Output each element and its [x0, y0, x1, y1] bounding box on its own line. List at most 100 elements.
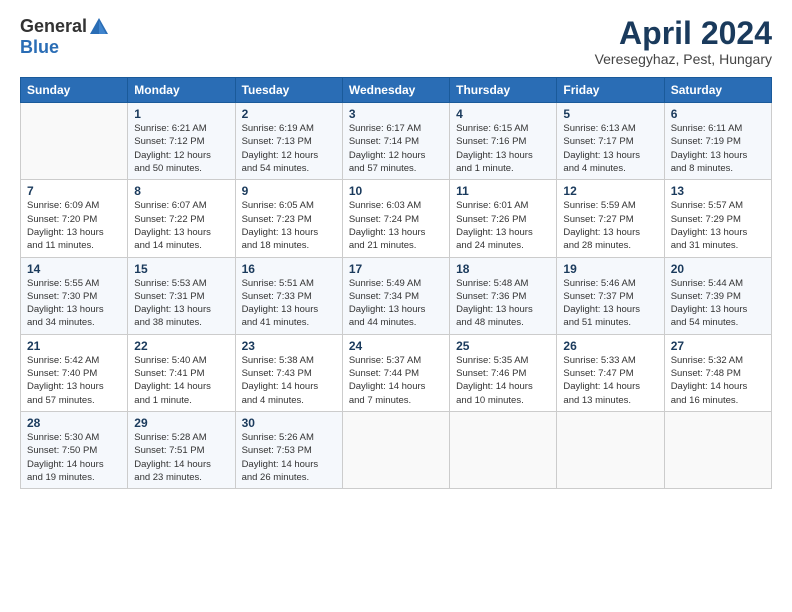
- logo-blue: Blue: [20, 38, 110, 58]
- day-number: 29: [134, 416, 228, 430]
- day-info: Sunrise: 5:59 AM Sunset: 7:27 PM Dayligh…: [563, 199, 657, 252]
- day-info: Sunrise: 5:33 AM Sunset: 7:47 PM Dayligh…: [563, 354, 657, 407]
- day-number: 3: [349, 107, 443, 121]
- calendar-cell: 19Sunrise: 5:46 AM Sunset: 7:37 PM Dayli…: [557, 257, 664, 334]
- logo-text: General: [20, 16, 110, 38]
- calendar-cell: 11Sunrise: 6:01 AM Sunset: 7:26 PM Dayli…: [450, 180, 557, 257]
- day-number: 21: [27, 339, 121, 353]
- calendar-cell: 7Sunrise: 6:09 AM Sunset: 7:20 PM Daylig…: [21, 180, 128, 257]
- day-number: 17: [349, 262, 443, 276]
- day-number: 1: [134, 107, 228, 121]
- day-info: Sunrise: 6:09 AM Sunset: 7:20 PM Dayligh…: [27, 199, 121, 252]
- day-info: Sunrise: 6:11 AM Sunset: 7:19 PM Dayligh…: [671, 122, 765, 175]
- calendar-cell: [342, 411, 449, 488]
- day-info: Sunrise: 6:03 AM Sunset: 7:24 PM Dayligh…: [349, 199, 443, 252]
- day-number: 10: [349, 184, 443, 198]
- page-header: General Blue April 2024 Veresegyhaz, Pes…: [20, 16, 772, 67]
- day-number: 18: [456, 262, 550, 276]
- calendar-cell: 28Sunrise: 5:30 AM Sunset: 7:50 PM Dayli…: [21, 411, 128, 488]
- day-number: 27: [671, 339, 765, 353]
- weekday-header-friday: Friday: [557, 78, 664, 103]
- day-number: 28: [27, 416, 121, 430]
- day-info: Sunrise: 6:21 AM Sunset: 7:12 PM Dayligh…: [134, 122, 228, 175]
- calendar-cell: 26Sunrise: 5:33 AM Sunset: 7:47 PM Dayli…: [557, 334, 664, 411]
- day-info: Sunrise: 5:55 AM Sunset: 7:30 PM Dayligh…: [27, 277, 121, 330]
- calendar-cell: 14Sunrise: 5:55 AM Sunset: 7:30 PM Dayli…: [21, 257, 128, 334]
- day-info: Sunrise: 6:19 AM Sunset: 7:13 PM Dayligh…: [242, 122, 336, 175]
- calendar-table: SundayMondayTuesdayWednesdayThursdayFrid…: [20, 77, 772, 489]
- day-number: 2: [242, 107, 336, 121]
- day-info: Sunrise: 5:53 AM Sunset: 7:31 PM Dayligh…: [134, 277, 228, 330]
- calendar-cell: 5Sunrise: 6:13 AM Sunset: 7:17 PM Daylig…: [557, 103, 664, 180]
- calendar-cell: 27Sunrise: 5:32 AM Sunset: 7:48 PM Dayli…: [664, 334, 771, 411]
- day-info: Sunrise: 5:32 AM Sunset: 7:48 PM Dayligh…: [671, 354, 765, 407]
- calendar-cell: 12Sunrise: 5:59 AM Sunset: 7:27 PM Dayli…: [557, 180, 664, 257]
- day-number: 16: [242, 262, 336, 276]
- weekday-header-tuesday: Tuesday: [235, 78, 342, 103]
- calendar-cell: 24Sunrise: 5:37 AM Sunset: 7:44 PM Dayli…: [342, 334, 449, 411]
- weekday-header-monday: Monday: [128, 78, 235, 103]
- calendar-cell: 2Sunrise: 6:19 AM Sunset: 7:13 PM Daylig…: [235, 103, 342, 180]
- day-info: Sunrise: 5:40 AM Sunset: 7:41 PM Dayligh…: [134, 354, 228, 407]
- day-number: 23: [242, 339, 336, 353]
- calendar-cell: 25Sunrise: 5:35 AM Sunset: 7:46 PM Dayli…: [450, 334, 557, 411]
- day-info: Sunrise: 5:48 AM Sunset: 7:36 PM Dayligh…: [456, 277, 550, 330]
- weekday-header-thursday: Thursday: [450, 78, 557, 103]
- month-title: April 2024: [595, 16, 772, 51]
- day-info: Sunrise: 6:05 AM Sunset: 7:23 PM Dayligh…: [242, 199, 336, 252]
- day-number: 6: [671, 107, 765, 121]
- calendar-cell: 4Sunrise: 6:15 AM Sunset: 7:16 PM Daylig…: [450, 103, 557, 180]
- day-number: 12: [563, 184, 657, 198]
- day-info: Sunrise: 5:44 AM Sunset: 7:39 PM Dayligh…: [671, 277, 765, 330]
- weekday-header-sunday: Sunday: [21, 78, 128, 103]
- calendar-cell: 21Sunrise: 5:42 AM Sunset: 7:40 PM Dayli…: [21, 334, 128, 411]
- day-info: Sunrise: 6:15 AM Sunset: 7:16 PM Dayligh…: [456, 122, 550, 175]
- calendar-cell: [450, 411, 557, 488]
- day-info: Sunrise: 5:51 AM Sunset: 7:33 PM Dayligh…: [242, 277, 336, 330]
- logo-icon: [88, 16, 110, 38]
- day-info: Sunrise: 5:42 AM Sunset: 7:40 PM Dayligh…: [27, 354, 121, 407]
- calendar-cell: 13Sunrise: 5:57 AM Sunset: 7:29 PM Dayli…: [664, 180, 771, 257]
- calendar-cell: [21, 103, 128, 180]
- day-number: 11: [456, 184, 550, 198]
- location: Veresegyhaz, Pest, Hungary: [595, 51, 772, 67]
- calendar-cell: 1Sunrise: 6:21 AM Sunset: 7:12 PM Daylig…: [128, 103, 235, 180]
- day-info: Sunrise: 5:35 AM Sunset: 7:46 PM Dayligh…: [456, 354, 550, 407]
- calendar-cell: 17Sunrise: 5:49 AM Sunset: 7:34 PM Dayli…: [342, 257, 449, 334]
- calendar-cell: 16Sunrise: 5:51 AM Sunset: 7:33 PM Dayli…: [235, 257, 342, 334]
- calendar-cell: [557, 411, 664, 488]
- day-info: Sunrise: 6:13 AM Sunset: 7:17 PM Dayligh…: [563, 122, 657, 175]
- day-number: 24: [349, 339, 443, 353]
- calendar-cell: 23Sunrise: 5:38 AM Sunset: 7:43 PM Dayli…: [235, 334, 342, 411]
- calendar-cell: 9Sunrise: 6:05 AM Sunset: 7:23 PM Daylig…: [235, 180, 342, 257]
- calendar-cell: 29Sunrise: 5:28 AM Sunset: 7:51 PM Dayli…: [128, 411, 235, 488]
- day-number: 9: [242, 184, 336, 198]
- day-number: 5: [563, 107, 657, 121]
- day-number: 14: [27, 262, 121, 276]
- day-info: Sunrise: 6:07 AM Sunset: 7:22 PM Dayligh…: [134, 199, 228, 252]
- calendar-cell: 3Sunrise: 6:17 AM Sunset: 7:14 PM Daylig…: [342, 103, 449, 180]
- day-number: 8: [134, 184, 228, 198]
- day-number: 20: [671, 262, 765, 276]
- day-info: Sunrise: 5:26 AM Sunset: 7:53 PM Dayligh…: [242, 431, 336, 484]
- day-number: 19: [563, 262, 657, 276]
- day-info: Sunrise: 5:38 AM Sunset: 7:43 PM Dayligh…: [242, 354, 336, 407]
- title-block: April 2024 Veresegyhaz, Pest, Hungary: [595, 16, 772, 67]
- day-info: Sunrise: 5:46 AM Sunset: 7:37 PM Dayligh…: [563, 277, 657, 330]
- calendar-cell: 22Sunrise: 5:40 AM Sunset: 7:41 PM Dayli…: [128, 334, 235, 411]
- calendar-cell: 8Sunrise: 6:07 AM Sunset: 7:22 PM Daylig…: [128, 180, 235, 257]
- day-number: 30: [242, 416, 336, 430]
- calendar-cell: 15Sunrise: 5:53 AM Sunset: 7:31 PM Dayli…: [128, 257, 235, 334]
- day-number: 15: [134, 262, 228, 276]
- day-info: Sunrise: 5:30 AM Sunset: 7:50 PM Dayligh…: [27, 431, 121, 484]
- logo: General Blue: [20, 16, 110, 58]
- day-number: 13: [671, 184, 765, 198]
- day-number: 25: [456, 339, 550, 353]
- day-info: Sunrise: 5:57 AM Sunset: 7:29 PM Dayligh…: [671, 199, 765, 252]
- day-number: 26: [563, 339, 657, 353]
- calendar-cell: 18Sunrise: 5:48 AM Sunset: 7:36 PM Dayli…: [450, 257, 557, 334]
- day-info: Sunrise: 5:37 AM Sunset: 7:44 PM Dayligh…: [349, 354, 443, 407]
- day-info: Sunrise: 6:17 AM Sunset: 7:14 PM Dayligh…: [349, 122, 443, 175]
- calendar-cell: 6Sunrise: 6:11 AM Sunset: 7:19 PM Daylig…: [664, 103, 771, 180]
- day-number: 22: [134, 339, 228, 353]
